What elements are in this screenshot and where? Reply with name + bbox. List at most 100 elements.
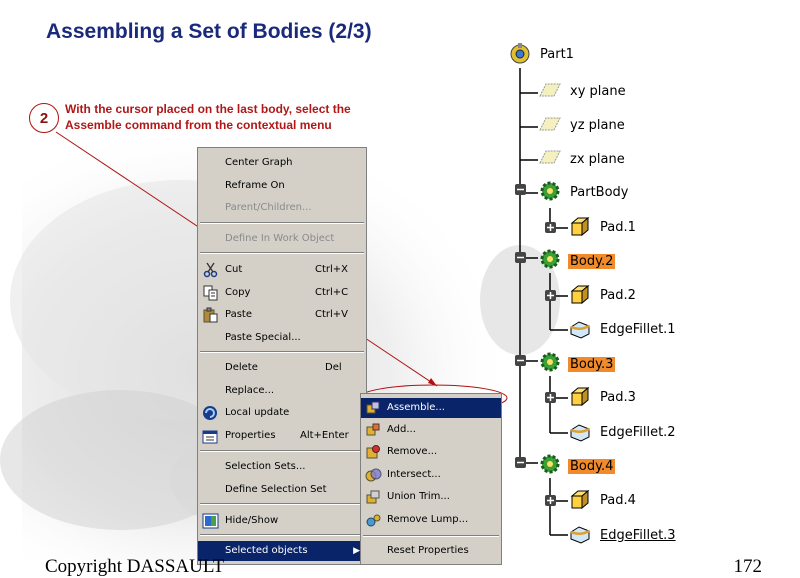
update-icon [203,406,217,420]
paste-icon [203,307,218,323]
hide-show-icon [202,513,219,529]
fillet-icon[interactable] [568,420,592,444]
menu-item-shortcut: Ctrl+V [315,309,349,320]
menu-item-label: Properties [225,430,276,441]
page-number: 172 [733,556,763,577]
tree-node-edgefillet-3[interactable]: EdgeFillet.3 [598,525,678,547]
menu-item-replace[interactable]: Replace... [198,381,366,401]
tree-node-edgefillet-2[interactable]: EdgeFillet.2 [598,422,678,444]
body-gear-icon[interactable] [538,452,562,476]
submenu-item-union-trim[interactable]: Union Trim... [361,487,501,507]
submenu-item-intersect[interactable]: Intersect... [361,465,501,485]
collapse-icon[interactable] [515,184,526,195]
menu-item-label: Selection Sets... [225,461,306,472]
menu-item-local-update[interactable]: Local update [198,403,366,423]
submenu-item-label: Assemble... [387,402,445,413]
plane-icon[interactable] [538,79,562,103]
tree-node-pad-3[interactable]: Pad.3 [598,387,638,409]
menu-item-copy[interactable]: Copy Ctrl+C [198,283,366,303]
submenu-item-assemble[interactable]: Assemble... [361,398,501,418]
menu-item-hide-show[interactable]: Hide/Show [198,511,366,531]
plane-icon[interactable] [538,113,562,137]
tree-node-part1[interactable]: Part1 [538,44,576,66]
tree-node-pad-1[interactable]: Pad.1 [598,217,638,239]
menu-item-selection-sets[interactable]: Selection Sets... [198,457,366,477]
expand-icon[interactable] [545,290,556,301]
tree-node-pad-4[interactable]: Pad.4 [598,490,638,512]
tree-node-label: EdgeFillet.1 [600,322,676,337]
menu-item-label: Define Selection Set [225,484,327,495]
tree-node-xy-plane[interactable]: xy plane [568,81,628,103]
menu-item-center-graph[interactable]: Center Graph [198,153,366,173]
menu-item-label: Parent/Children... [225,202,312,213]
menu-item-label: Delete [225,362,258,373]
menu-item-paste-special[interactable]: Paste Special... [198,328,366,348]
menu-item-paste[interactable]: Paste Ctrl+V [198,305,366,325]
pad-icon[interactable] [568,215,592,239]
tree-node-label: Body.3 [568,357,616,372]
menu-item-define-selection-set[interactable]: Define Selection Set [198,480,366,500]
menu-item-label: Replace... [225,385,275,396]
expand-icon[interactable] [545,222,556,233]
plane-icon[interactable] [538,146,562,170]
menu-item-delete[interactable]: Delete Del [198,358,366,378]
part-icon[interactable] [508,42,532,66]
tree-node-label: zx plane [570,152,625,167]
submenu-item-label: Intersect... [387,469,441,480]
menu-item-cut[interactable]: Cut Ctrl+X [198,260,366,280]
pad-icon[interactable] [568,488,592,512]
collapse-icon[interactable] [515,355,526,366]
menu-item-label: Hide/Show [225,515,279,526]
tree-node-label: PartBody [570,185,629,200]
intersect-icon [365,468,382,482]
tree-node-label: EdgeFillet.3 [600,528,676,543]
menu-item-label: Cut [225,264,243,275]
pad-icon[interactable] [568,385,592,409]
menu-item-label: Paste Special... [225,332,301,343]
selected-objects-submenu: Assemble... Add... Remove... Intersect..… [360,393,502,565]
menu-item-shortcut: Alt+Enter [300,430,349,441]
menu-item-define-in-work-object[interactable]: Define In Work Object [198,229,366,249]
tree-node-zx-plane[interactable]: zx plane [568,149,627,171]
body-gear-icon[interactable] [538,247,562,271]
tree-node-label: Body.2 [568,254,616,269]
body-gear-icon[interactable] [538,179,562,203]
expand-icon[interactable] [545,392,556,403]
collapse-icon[interactable] [515,457,526,468]
submenu-item-reset-properties[interactable]: Reset Properties [361,541,501,561]
tree-node-body-3[interactable]: Body.3 [568,354,616,376]
tree-node-label: Pad.1 [600,220,636,235]
menu-item-parent-children[interactable]: Parent/Children... [198,198,366,218]
copyright-footer: Copyright DASSAULT [45,556,225,577]
union-trim-icon [366,490,380,504]
submenu-item-remove[interactable]: Remove... [361,442,501,462]
menu-item-reframe-on[interactable]: Reframe On [198,176,366,196]
submenu-item-label: Reset Properties [387,545,469,556]
collapse-icon[interactable] [515,252,526,263]
menu-item-label: Local update [225,407,290,418]
fillet-icon[interactable] [568,522,592,546]
tree-node-pad-2[interactable]: Pad.2 [598,285,638,307]
scissors-icon [203,262,218,278]
menu-separator [200,503,364,505]
submenu-separator [363,535,499,537]
tree-node-edgefillet-1[interactable]: EdgeFillet.1 [598,319,678,341]
menu-separator [200,534,364,536]
tree-node-body-2[interactable]: Body.2 [568,251,616,273]
fillet-icon[interactable] [568,317,592,341]
menu-item-properties[interactable]: Properties Alt+Enter [198,426,366,446]
body-gear-icon[interactable] [538,350,562,374]
tree-node-body-4[interactable]: Body.4 [568,456,616,478]
submenu-item-remove-lump[interactable]: Remove Lump... [361,510,501,530]
pad-icon[interactable] [568,283,592,307]
properties-icon [202,430,218,444]
tree-node-label: EdgeFillet.2 [600,425,676,440]
tree-node-label: xy plane [570,84,626,99]
specification-tree: Part1 xy plane yz plane zx plane PartBod… [500,38,800,558]
menu-separator [200,351,364,353]
submenu-item-add[interactable]: Add... [361,420,501,440]
menu-separator [200,450,364,452]
tree-node-partbody[interactable]: PartBody [568,182,630,204]
tree-node-yz-plane[interactable]: yz plane [568,115,627,137]
expand-icon[interactable] [545,495,556,506]
